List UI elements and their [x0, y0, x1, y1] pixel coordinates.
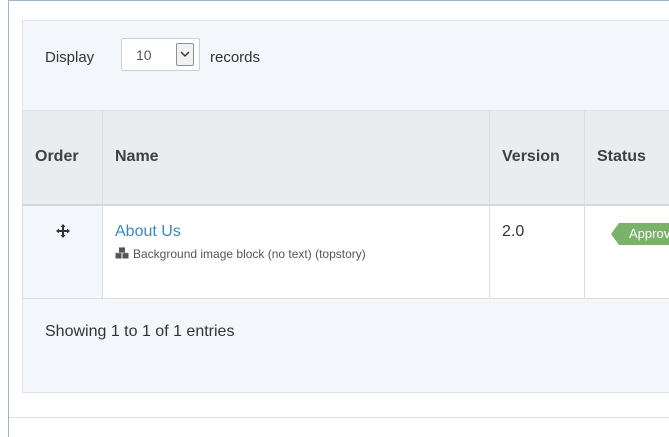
- record-block-type-text: Background image block (no text) (topsto…: [133, 247, 366, 261]
- display-label: Display: [45, 49, 95, 66]
- column-header-version[interactable]: Version: [489, 110, 585, 206]
- footer-divider: [9, 417, 669, 418]
- column-header-name[interactable]: Name: [102, 110, 490, 206]
- status-badge: Approved: [611, 222, 669, 245]
- table-info-text: Showing 1 to 1 of 1 entries: [45, 323, 235, 340]
- records-per-page-select[interactable]: 10: [121, 38, 200, 71]
- records-per-page-value: 10: [136, 47, 152, 63]
- records-label: records: [210, 49, 261, 66]
- cubes-icon: [115, 246, 129, 262]
- order-cell: [22, 204, 103, 299]
- column-header-order[interactable]: Order: [22, 110, 103, 206]
- table-header-row: Order Name Version Status: [22, 110, 669, 206]
- record-block-type: Background image block (no text) (topsto…: [115, 246, 489, 262]
- name-cell: About Us Background image block (no text…: [102, 204, 490, 299]
- version-cell: 2.0: [489, 204, 585, 299]
- chevron-down-icon[interactable]: [176, 43, 194, 66]
- table-row: About Us Background image block (no text…: [22, 204, 669, 299]
- records-table: Order Name Version Status About Us Backg…: [22, 110, 669, 299]
- record-name-link[interactable]: About Us: [115, 223, 489, 241]
- records-panel: Display 10 records Order Name Version St…: [22, 20, 669, 393]
- status-cell: Approved: [584, 204, 669, 299]
- records-length-control: Display 10 records: [23, 21, 669, 110]
- move-arrows-icon[interactable]: [55, 223, 70, 242]
- column-header-status[interactable]: Status: [584, 110, 669, 206]
